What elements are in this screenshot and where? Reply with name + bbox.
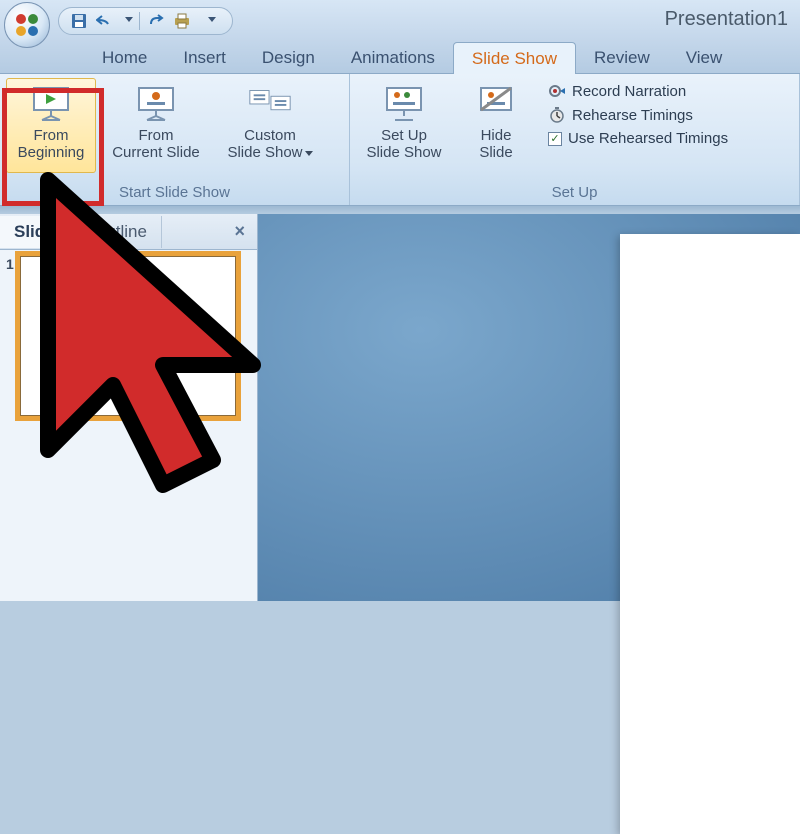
tab-view[interactable]: View: [668, 42, 741, 73]
setup-label-2: Slide Show: [366, 144, 441, 161]
group-label-setup: Set Up: [356, 182, 793, 203]
office-logo-icon: [13, 11, 41, 39]
custom-slide-show-button[interactable]: Custom Slide Show: [216, 78, 324, 173]
setup-icon: [380, 83, 428, 123]
hide-slide-label-2: Slide: [479, 144, 512, 161]
from-current-slide-button[interactable]: From Current Slide: [102, 78, 210, 173]
dropdown-caret-icon: [305, 151, 313, 156]
checkbox-icon: ✓: [548, 132, 562, 146]
document-title: Presentation1: [665, 8, 788, 31]
tab-review[interactable]: Review: [576, 42, 668, 73]
setup-label-1: Set Up: [381, 127, 427, 144]
quick-print-button[interactable]: [172, 11, 192, 31]
group-set-up: Set Up Slide Show Hide Slide Record Narr…: [350, 74, 800, 205]
undo-dropdown-icon[interactable]: [125, 17, 133, 25]
rehearse-timings-button[interactable]: Rehearse Timings: [548, 106, 728, 124]
hide-slide-icon: [472, 83, 520, 123]
set-up-slide-show-button[interactable]: Set Up Slide Show: [356, 78, 452, 173]
from-current-icon: [132, 83, 180, 123]
custom-show-label-2: Slide Show: [227, 144, 312, 161]
tab-animations[interactable]: Animations: [333, 42, 453, 73]
undo-icon: [96, 14, 114, 28]
hide-slide-label-1: Hide: [481, 127, 512, 144]
quick-access-toolbar: [58, 7, 233, 35]
tab-home[interactable]: Home: [84, 42, 165, 73]
slide-number: 1: [6, 256, 14, 416]
qat-customize-icon[interactable]: [208, 17, 216, 25]
rehearse-timings-label: Rehearse Timings: [572, 107, 693, 124]
office-button[interactable]: [4, 2, 50, 48]
tab-slide-show[interactable]: Slide Show: [453, 42, 576, 74]
custom-show-label-1: Custom: [244, 127, 296, 144]
quick-print-icon: [173, 13, 191, 29]
slide-canvas[interactable]: [620, 234, 800, 834]
title-bar: Presentation1: [0, 0, 800, 42]
tutorial-cursor-icon: [18, 170, 308, 510]
slide-editor[interactable]: [258, 214, 800, 601]
custom-show-icon: [246, 83, 294, 123]
redo-icon: [148, 14, 164, 28]
use-rehearsed-timings-checkbox[interactable]: ✓ Use Rehearsed Timings: [548, 130, 728, 147]
save-icon: [71, 13, 87, 29]
rehearse-icon: [548, 106, 566, 124]
ribbon-tabs: Home Insert Design Animations Slide Show…: [0, 42, 800, 74]
record-narration-button[interactable]: Record Narration: [548, 82, 728, 100]
tab-insert[interactable]: Insert: [165, 42, 244, 73]
undo-button[interactable]: [95, 11, 115, 31]
qat-separator: [139, 12, 140, 30]
record-icon: [548, 82, 566, 100]
setup-options: Record Narration Rehearse Timings ✓ Use …: [540, 78, 728, 147]
tab-design[interactable]: Design: [244, 42, 333, 73]
from-current-label-2: Current Slide: [112, 144, 200, 161]
redo-button[interactable]: [146, 11, 166, 31]
hide-slide-button[interactable]: Hide Slide: [458, 78, 534, 173]
from-current-label-1: From: [139, 127, 174, 144]
use-rehearsed-timings-label: Use Rehearsed Timings: [568, 130, 728, 147]
record-narration-label: Record Narration: [572, 83, 686, 100]
save-button[interactable]: [69, 11, 89, 31]
